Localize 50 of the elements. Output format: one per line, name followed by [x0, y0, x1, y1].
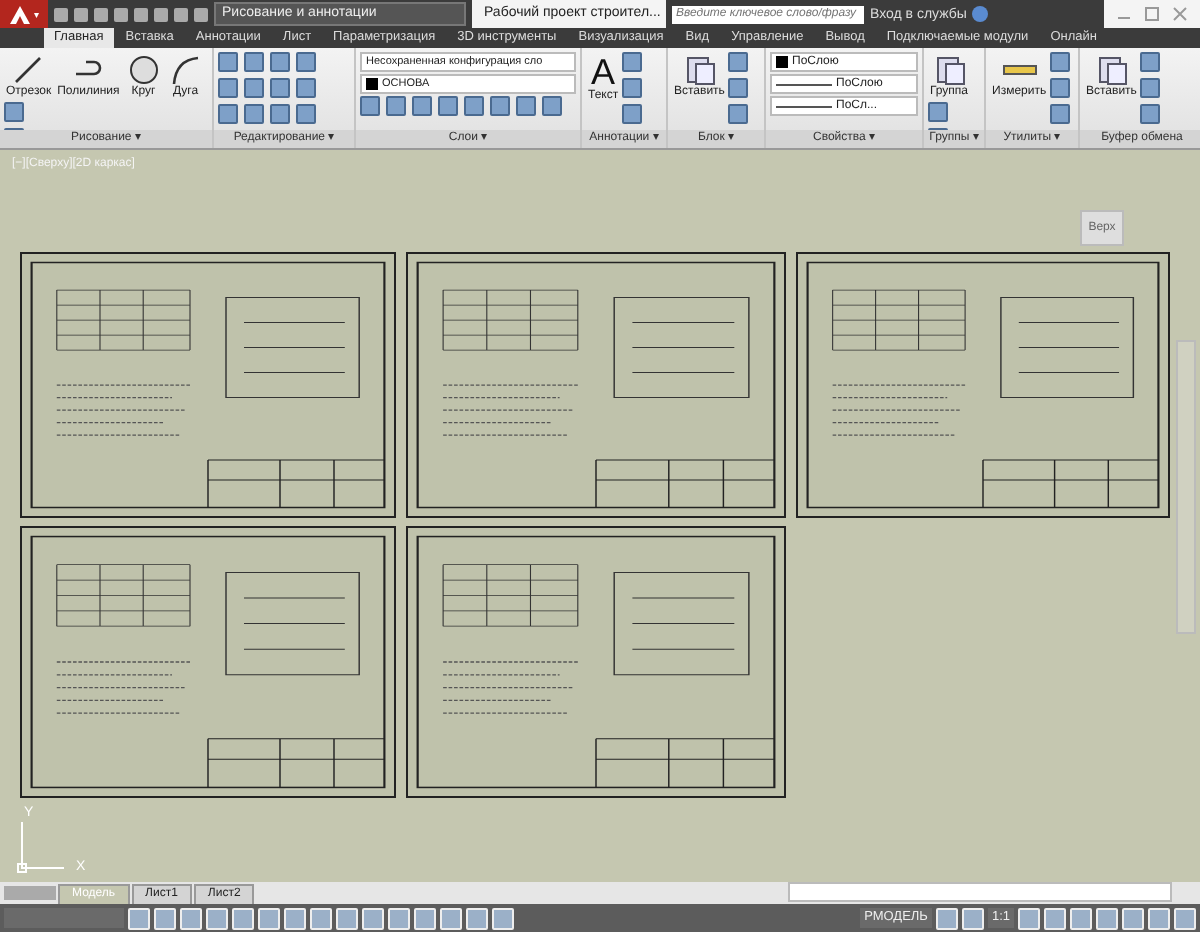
tool-icon[interactable] — [1140, 78, 1161, 98]
tool-icon[interactable] — [1140, 52, 1161, 72]
close-icon[interactable] — [1172, 6, 1188, 22]
status-toggle-icon[interactable] — [284, 907, 306, 929]
status-toggle-icon[interactable] — [336, 907, 358, 929]
line-sample-icon — [776, 83, 832, 85]
status-toggle-icon[interactable] — [414, 907, 436, 929]
status-toggle-icon[interactable] — [128, 907, 150, 929]
tool-icon[interactable] — [622, 78, 643, 98]
status-toggle-icon[interactable] — [466, 907, 488, 929]
status-toggle-icon[interactable] — [154, 907, 176, 929]
tool-icon — [167, 54, 204, 86]
tool-icon — [10, 54, 47, 86]
status-toggle-icon[interactable] — [310, 907, 332, 929]
help-icon[interactable] — [972, 6, 989, 22]
tool-icon[interactable] — [728, 104, 749, 124]
status-toggle-icon[interactable] — [232, 907, 254, 929]
tool-icon[interactable] — [622, 52, 643, 72]
tool-icon — [681, 54, 718, 86]
status-toggle-icon[interactable] — [206, 907, 228, 929]
tool-icon[interactable] — [728, 78, 749, 98]
status-toggle-icon[interactable] — [1018, 907, 1040, 929]
status-toggle-icon[interactable] — [258, 907, 280, 929]
tool-icon[interactable] — [622, 104, 643, 124]
tool-icon[interactable] — [1050, 104, 1071, 124]
tool-icon — [931, 54, 968, 86]
status-toggle-icon[interactable] — [1174, 907, 1196, 929]
tool-icon — [1093, 54, 1130, 86]
tool-icon — [125, 54, 162, 86]
horizontal-scrollbar[interactable] — [788, 882, 1172, 902]
status-toggle-icon[interactable] — [440, 907, 462, 929]
status-toggle-icon[interactable] — [1070, 907, 1092, 929]
line-sample-icon — [776, 105, 832, 107]
tool-icon[interactable] — [1050, 52, 1071, 72]
maximize-icon[interactable] — [1144, 6, 1160, 22]
status-toggle-icon[interactable] — [1148, 907, 1170, 929]
status-toggle-icon[interactable] — [388, 907, 410, 929]
status-toggle-icon[interactable] — [1044, 907, 1066, 929]
status-toggle-icon[interactable] — [961, 907, 984, 929]
status-toggle-icon[interactable] — [492, 907, 514, 929]
tool-icon[interactable] — [728, 52, 749, 72]
tool-icon[interactable] — [1140, 104, 1161, 124]
status-toggle-icon[interactable] — [935, 907, 958, 929]
color-swatch-icon — [776, 56, 788, 68]
status-toggle-icon[interactable] — [1122, 907, 1144, 929]
status-toggle-icon[interactable] — [180, 907, 202, 929]
status-toggle-icon[interactable] — [1096, 907, 1118, 929]
status-toggle-icon[interactable] — [362, 907, 384, 929]
tool-icon[interactable] — [1050, 78, 1071, 98]
color-swatch-icon — [366, 78, 378, 90]
